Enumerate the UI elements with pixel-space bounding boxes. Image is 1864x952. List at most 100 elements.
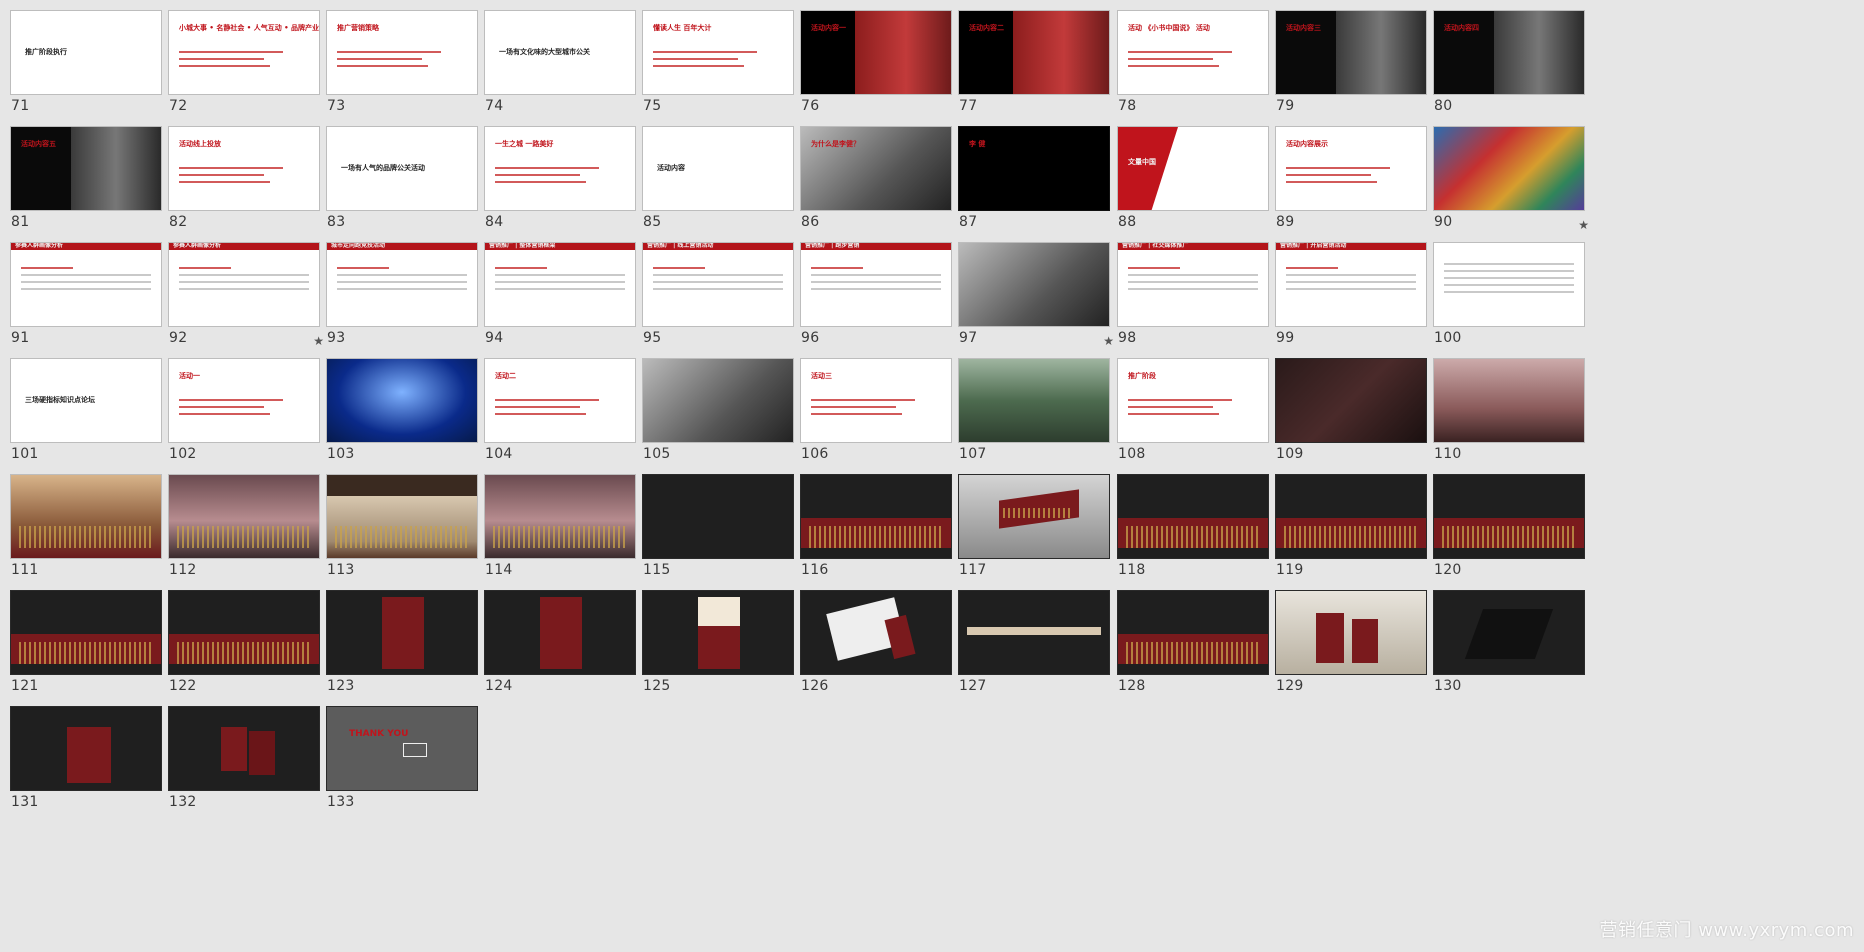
star-icon: ★ [1578, 218, 1589, 232]
slide-preview[interactable] [168, 474, 320, 559]
slide-preview[interactable]: 三场硬指标知识点论坛 [10, 358, 162, 443]
slide-preview[interactable]: 推广阶段 [1117, 358, 1269, 443]
slide-number: 109 [1276, 446, 1304, 462]
slide-title: 一场有文化味的大型城市公关 [499, 48, 590, 56]
slide-preview[interactable] [1275, 590, 1427, 675]
slide-preview[interactable] [326, 474, 478, 559]
slide-preview[interactable]: 参赛人群画像分析 [168, 242, 320, 327]
slide-preview[interactable] [642, 590, 794, 675]
slide-preview[interactable] [958, 242, 1110, 327]
slide-preview[interactable]: 推广营销策略 [326, 10, 478, 95]
slide-number: 97 [959, 330, 978, 346]
slide-preview[interactable]: 一场有人气的品牌公关活动 [326, 126, 478, 211]
slide-preview[interactable]: 营销推广 | 社交媒体推广 [1117, 242, 1269, 327]
slide-preview[interactable]: 活动内容 [642, 126, 794, 211]
slide-number: 79 [1276, 98, 1295, 114]
slide-number: 71 [11, 98, 30, 114]
slide-preview[interactable] [1275, 474, 1427, 559]
slide-preview[interactable]: 营销推广 | 跑步营销 [800, 242, 952, 327]
slide-number: 91 [11, 330, 30, 346]
slide-number: 131 [11, 794, 39, 810]
slide-preview[interactable] [800, 474, 952, 559]
slide-preview[interactable]: 营销推广 | 开启营销活动 [1275, 242, 1427, 327]
slide-preview[interactable]: 营销推广 | 整体营销框架 [484, 242, 636, 327]
slide-preview[interactable]: 活动三 [800, 358, 952, 443]
slide-preview[interactable] [1117, 590, 1269, 675]
slide-preview[interactable]: 小城大事 • 名静社会 • 人气互动 • 品牌产业 [168, 10, 320, 95]
slide-number: 121 [11, 678, 39, 694]
slide-preview[interactable]: 营销推广 | 线上营销活动 [642, 242, 794, 327]
slide-number: 118 [1118, 562, 1146, 578]
slide-preview[interactable] [484, 474, 636, 559]
slide-number: 83 [327, 214, 346, 230]
slide-number: 113 [327, 562, 355, 578]
slide-title: 活动二 [495, 372, 516, 380]
slide-number: 88 [1118, 214, 1137, 230]
slide-preview[interactable] [800, 590, 952, 675]
slide-preview[interactable] [484, 590, 636, 675]
slide-preview[interactable]: 活动内容二 [958, 10, 1110, 95]
slide-preview[interactable]: 懂读人生 百年大计 [642, 10, 794, 95]
slide-number: 105 [643, 446, 671, 462]
slide-preview[interactable] [10, 590, 162, 675]
slide-preview[interactable]: 一生之城 一路美好 [484, 126, 636, 211]
slide-number: 106 [801, 446, 829, 462]
slide-title: 活动线上投放 [179, 140, 221, 148]
slide-preview[interactable]: 为什么是李健？ [800, 126, 952, 211]
slide-title: 参赛人群画像分析 [173, 242, 222, 249]
slide-title: 活动内容三 [1286, 24, 1321, 32]
slide-preview[interactable] [1433, 590, 1585, 675]
slide-title: 三场硬指标知识点论坛 [25, 396, 95, 404]
slide-preview[interactable] [1433, 358, 1585, 443]
slide-number: 104 [485, 446, 513, 462]
slide-preview[interactable]: 活动内容展示 [1275, 126, 1427, 211]
slide-title: 懂读人生 百年大计 [653, 24, 712, 32]
slide-preview[interactable]: THANK YOU [326, 706, 478, 791]
slide-preview[interactable]: 活动 《小书中国说》 活动 [1117, 10, 1269, 95]
slide-preview[interactable]: 活动内容一 [800, 10, 952, 95]
slide-preview[interactable]: 活动内容五 [10, 126, 162, 211]
slide-preview[interactable]: 活动二 [484, 358, 636, 443]
slide-number: 125 [643, 678, 671, 694]
slide-preview[interactable] [326, 358, 478, 443]
slide-preview[interactable] [642, 358, 794, 443]
slide-preview[interactable] [1275, 358, 1427, 443]
slide-preview[interactable]: 李 健 [958, 126, 1110, 211]
slide-preview[interactable]: 活动内容三 [1275, 10, 1427, 95]
slide-preview[interactable]: 活动一 [168, 358, 320, 443]
slide-preview[interactable]: 一场有文化味的大型城市公关 [484, 10, 636, 95]
slide-title: 营销推广 | 跑步营销 [805, 242, 860, 249]
slide-preview[interactable] [958, 474, 1110, 559]
slide-preview[interactable] [958, 590, 1110, 675]
slide-preview[interactable] [168, 706, 320, 791]
slide-number: 126 [801, 678, 829, 694]
slide-preview[interactable]: 活动线上投放 [168, 126, 320, 211]
slide-sorter-grid: 推广阶段执行 71 小城大事 • 名静社会 • 人气互动 • 品牌产业 72 推广营销策… [0, 0, 1864, 952]
slide-number: 130 [1434, 678, 1462, 694]
slide-preview[interactable] [10, 706, 162, 791]
slide-preview[interactable] [326, 590, 478, 675]
slide-number: 101 [11, 446, 39, 462]
slide-number: 132 [169, 794, 197, 810]
slide-title: 营销推广 | 开启营销活动 [1280, 242, 1347, 249]
slide-preview[interactable] [1433, 126, 1585, 211]
slide-preview[interactable] [1433, 242, 1585, 327]
slide-title: 活动内容 [657, 164, 685, 172]
slide-number: 128 [1118, 678, 1146, 694]
slide-preview[interactable] [168, 590, 320, 675]
slide-preview[interactable]: 文量中国 [1117, 126, 1269, 211]
slide-number: 82 [169, 214, 188, 230]
slide-preview[interactable] [10, 474, 162, 559]
slide-preview[interactable]: 活动内容四 [1433, 10, 1585, 95]
slide-number: 103 [327, 446, 355, 462]
slide-preview[interactable] [1117, 474, 1269, 559]
slide-title: 活动 《小书中国说》 活动 [1128, 24, 1210, 32]
slide-preview[interactable]: 城市定向跑竞技活动 [326, 242, 478, 327]
slide-preview[interactable] [1433, 474, 1585, 559]
slide-preview[interactable] [958, 358, 1110, 443]
slide-title: 活动三 [811, 372, 832, 380]
slide-title: 一生之城 一路美好 [495, 140, 554, 148]
slide-preview[interactable]: 参赛人群画像分析 [10, 242, 162, 327]
slide-preview[interactable] [642, 474, 794, 559]
slide-preview[interactable]: 推广阶段执行 [10, 10, 162, 95]
